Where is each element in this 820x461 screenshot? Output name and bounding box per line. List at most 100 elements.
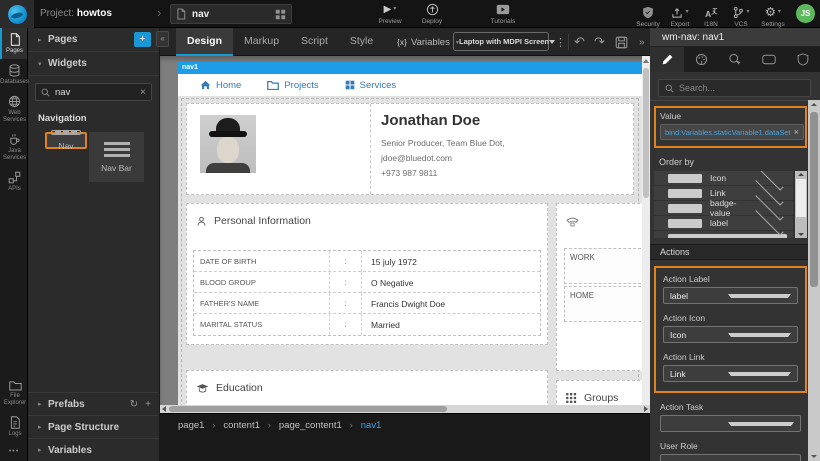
widget-tile-nav[interactable]: Nav bbox=[45, 132, 87, 149]
checkbox[interactable] bbox=[668, 174, 702, 183]
device-selector[interactable]: Laptop with MDPI Screen bbox=[453, 32, 549, 51]
action-link-select[interactable]: Link bbox=[663, 365, 798, 382]
widget-search-input[interactable] bbox=[55, 87, 140, 98]
section-pages[interactable]: ▸ Pages + bbox=[28, 28, 159, 52]
redo-icon[interactable]: ↷ bbox=[594, 28, 605, 56]
tab-properties[interactable] bbox=[650, 47, 684, 72]
design-canvas[interactable]: nav1 Home Projects Services bbox=[160, 56, 650, 433]
deploy-button[interactable]: Deploy bbox=[412, 3, 452, 25]
table-row[interactable]: MARITAL STATUS : Married bbox=[194, 314, 540, 335]
settings-button[interactable]: ⚙▾ Settings bbox=[756, 6, 790, 28]
rail-more-icon[interactable]: ••• bbox=[0, 442, 28, 457]
rail-item-logs[interactable]: Logs bbox=[0, 411, 28, 442]
preview-button[interactable]: ▶▾ Preview bbox=[370, 3, 410, 25]
tab-style[interactable]: Style bbox=[339, 28, 384, 56]
table-row[interactable]: BLOOD GROUP : O Negative bbox=[194, 272, 540, 293]
scroll-left-icon[interactable] bbox=[162, 406, 166, 412]
clear-search-icon[interactable]: × bbox=[140, 87, 146, 98]
checkbox[interactable] bbox=[668, 189, 702, 198]
scrollbar-thumb[interactable] bbox=[796, 179, 806, 217]
tab-styles[interactable] bbox=[684, 47, 718, 72]
scrollbar-thumb[interactable] bbox=[810, 112, 818, 287]
nav-item-home[interactable]: Home bbox=[200, 80, 241, 91]
tutorials-button[interactable]: Tutorials bbox=[483, 3, 523, 25]
clear-value-icon[interactable]: × bbox=[794, 127, 799, 137]
value-bind-input[interactable]: bind:Variables.staticVariable1.dataSet × bbox=[660, 124, 804, 140]
breadcrumb-page1[interactable]: page1 bbox=[178, 420, 204, 431]
table-row[interactable]: DATE OF BIRTH : 15 july 1972 bbox=[194, 251, 540, 272]
variables-button[interactable]: {x} Variables ▾ bbox=[397, 28, 459, 56]
tab-device[interactable] bbox=[752, 47, 786, 72]
canvas-vertical-scrollbar[interactable] bbox=[642, 56, 650, 433]
scroll-up-icon[interactable] bbox=[643, 59, 649, 63]
contact-card[interactable]: WORK HOME bbox=[556, 203, 650, 371]
order-by-item-icon[interactable]: Icon bbox=[654, 171, 793, 185]
properties-scrollbar[interactable] bbox=[808, 100, 820, 461]
checkbox[interactable] bbox=[668, 219, 702, 228]
rail-item-pages[interactable]: Pages bbox=[0, 28, 27, 59]
expand-right-icon[interactable]: » bbox=[639, 28, 645, 56]
section-widgets[interactable]: ▾ Widgets bbox=[28, 52, 159, 76]
i18n-button[interactable]: A I18N bbox=[696, 6, 726, 28]
breadcrumb-page-content1[interactable]: page_content1 bbox=[279, 420, 342, 431]
rail-item-databases[interactable]: Databases bbox=[0, 59, 27, 90]
widget-tile-navbar[interactable]: Nav Bar bbox=[89, 132, 144, 182]
scrollbar-thumb[interactable] bbox=[169, 406, 447, 412]
order-by-scrollbar[interactable] bbox=[795, 171, 807, 238]
nav-item-services[interactable]: Services bbox=[345, 80, 396, 91]
scrollbar-thumb[interactable] bbox=[643, 68, 649, 198]
action-label-select[interactable]: label bbox=[663, 287, 798, 304]
scroll-down-icon[interactable] bbox=[798, 233, 804, 236]
rail-item-apis[interactable]: APIs bbox=[0, 166, 27, 197]
tab-script[interactable]: Script bbox=[290, 28, 339, 56]
scroll-up-icon[interactable] bbox=[798, 173, 804, 176]
refresh-icon[interactable]: ↻ bbox=[130, 399, 138, 410]
scroll-right-icon[interactable] bbox=[644, 406, 648, 412]
action-icon-select[interactable]: Icon bbox=[663, 326, 798, 343]
export-button[interactable]: ▾ Export bbox=[664, 6, 696, 28]
security-button[interactable]: Security bbox=[632, 6, 664, 28]
profile-card[interactable]: Jonathan Doe Senior Producer, Team Blue … bbox=[186, 103, 634, 195]
more-options-icon[interactable]: ⋮ bbox=[555, 28, 566, 56]
apps-grid-icon[interactable] bbox=[275, 9, 286, 20]
checkbox[interactable] bbox=[668, 204, 702, 213]
wavemaker-logo[interactable] bbox=[0, 0, 34, 28]
page-selector[interactable]: nav bbox=[170, 4, 292, 24]
user-avatar[interactable]: JS bbox=[796, 4, 815, 23]
contact-home-box[interactable]: HOME bbox=[564, 286, 646, 322]
vcs-button[interactable]: ▾ VCS bbox=[726, 6, 756, 28]
rail-item-java-services[interactable]: Java Services bbox=[0, 128, 27, 166]
order-by-item-label[interactable]: label bbox=[654, 216, 793, 230]
checkbox[interactable] bbox=[668, 234, 787, 239]
scroll-up-icon[interactable] bbox=[811, 103, 817, 106]
rail-item-file-explorer[interactable]: File Explorer bbox=[0, 375, 28, 411]
save-icon[interactable] bbox=[615, 28, 628, 56]
canvas-horizontal-scrollbar[interactable] bbox=[160, 405, 650, 413]
order-by-item-partial[interactable] bbox=[654, 231, 793, 238]
breadcrumb-content1[interactable]: content1 bbox=[223, 420, 259, 431]
rail-item-web-services[interactable]: Web Services bbox=[0, 90, 27, 128]
section-prefabs[interactable]: ▸ Prefabs ↻ + bbox=[28, 392, 159, 415]
section-variables[interactable]: ▸ Variables bbox=[28, 438, 159, 461]
tab-security[interactable] bbox=[786, 47, 820, 72]
undo-icon[interactable]: ↶ bbox=[574, 28, 585, 56]
tab-design[interactable]: Design bbox=[176, 28, 233, 56]
properties-search-input[interactable] bbox=[679, 83, 804, 93]
add-page-button[interactable]: + bbox=[134, 32, 151, 47]
add-prefab-icon[interactable]: + bbox=[145, 399, 151, 410]
breadcrumb-nav1[interactable]: nav1 bbox=[361, 420, 382, 431]
action-task-select[interactable] bbox=[660, 415, 801, 432]
collapse-left-panel-button[interactable]: « bbox=[156, 31, 169, 47]
section-page-structure[interactable]: ▸ Page Structure bbox=[28, 415, 159, 438]
user-role-select[interactable] bbox=[660, 454, 801, 461]
selected-widget-bar[interactable]: nav1 bbox=[178, 62, 642, 74]
tab-markup[interactable]: Markup bbox=[233, 28, 290, 56]
tab-events[interactable] bbox=[718, 47, 752, 72]
order-by-item-badge-value[interactable]: badge-value bbox=[654, 201, 793, 215]
nav-item-projects[interactable]: Projects bbox=[267, 80, 318, 91]
table-row[interactable]: FATHER'S NAME : Francis Dwight Doe bbox=[194, 293, 540, 314]
actions-section-header[interactable]: Actions bbox=[650, 244, 808, 260]
contact-work-box[interactable]: WORK bbox=[564, 248, 646, 284]
scroll-down-icon[interactable] bbox=[811, 455, 817, 458]
personal-info-card[interactable]: Personal Information DATE OF BIRTH : 15 … bbox=[186, 203, 548, 345]
